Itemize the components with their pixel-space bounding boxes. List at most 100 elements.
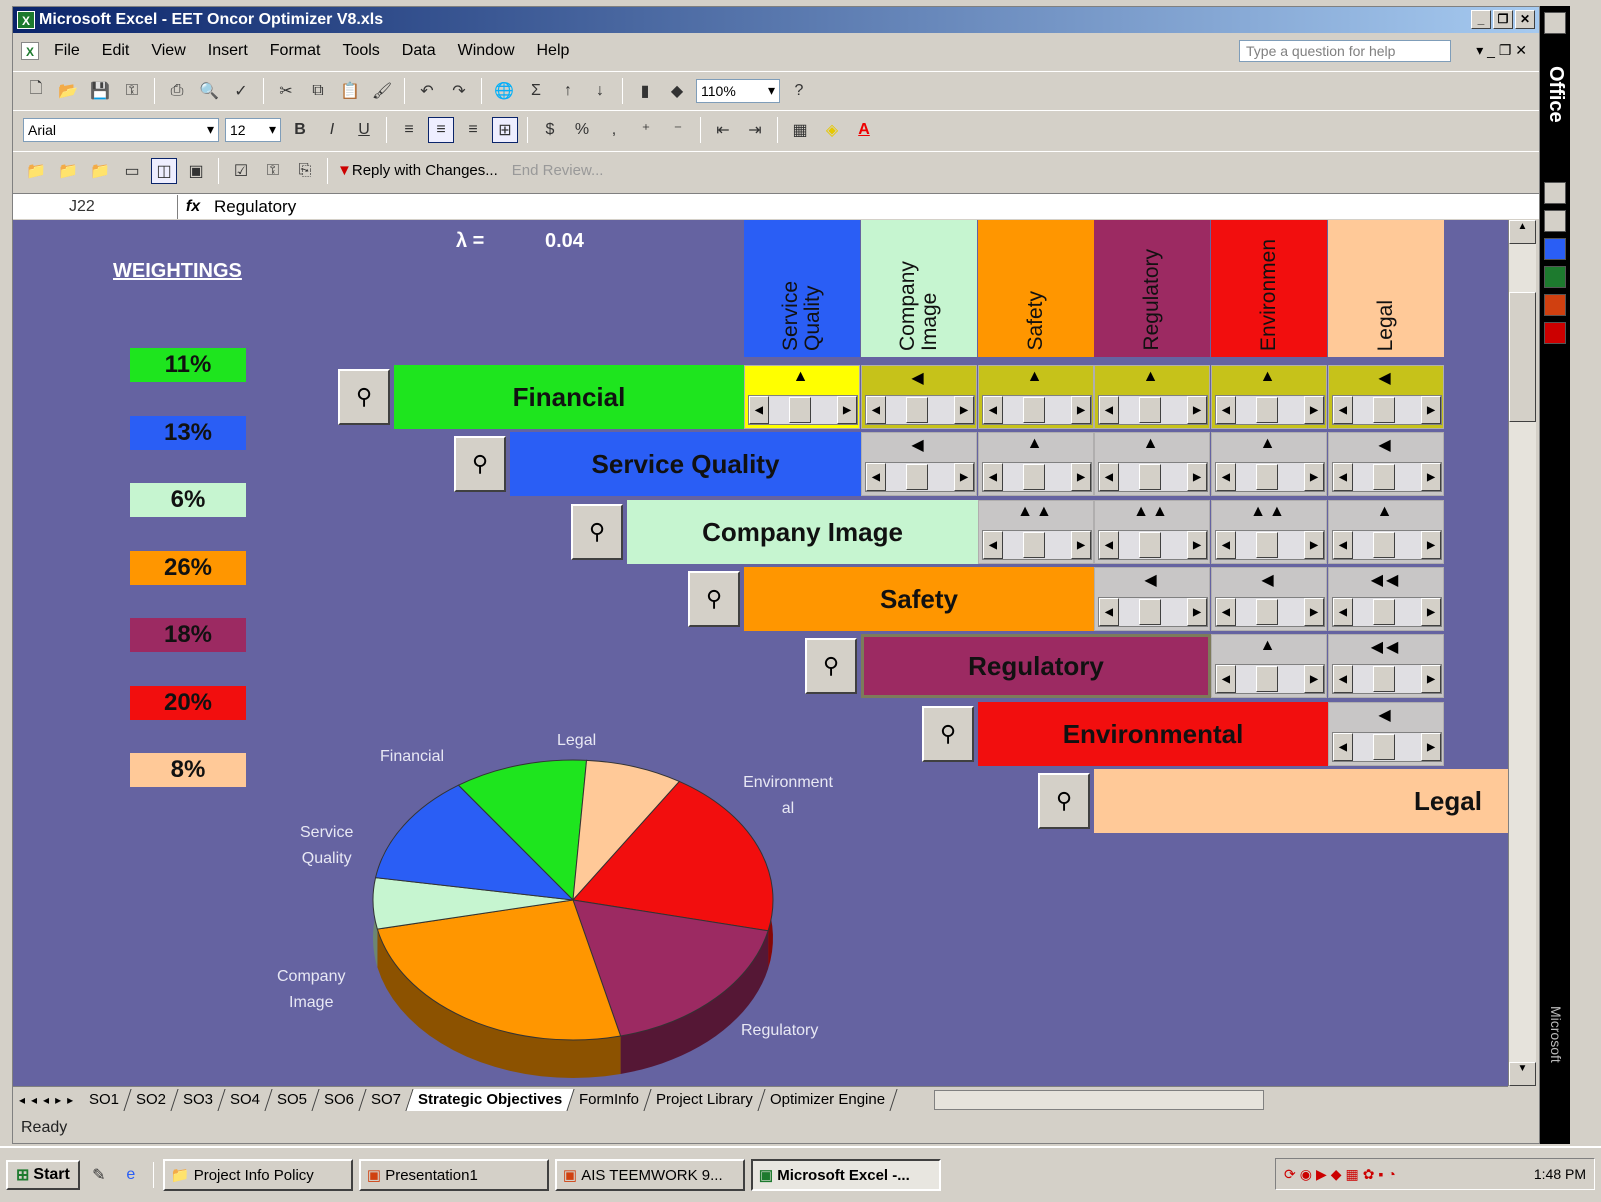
comma-icon[interactable]: , [601, 117, 627, 143]
slider-thumb[interactable] [1373, 599, 1395, 625]
vertical-scrollbar[interactable]: ▲ ▼ [1508, 220, 1536, 1086]
function-icon[interactable]: fx [178, 198, 208, 216]
folder-icon[interactable]: 📁 [23, 158, 49, 184]
slider-thumb[interactable] [1373, 666, 1395, 692]
slider-thumb[interactable] [1023, 397, 1045, 423]
scroll-left-icon[interactable]: ◀ [1333, 396, 1353, 424]
menu-file[interactable]: File [43, 42, 91, 60]
comparison-slider[interactable]: ◀◀ ◀ ▶ [1328, 634, 1444, 698]
scroll-down-arrow-icon[interactable]: ▼ [1509, 1062, 1536, 1086]
slider-thumb[interactable] [906, 397, 928, 423]
comparison-slider[interactable]: ▲▲ ◀ ▶ [1211, 500, 1327, 564]
horizontal-scrollbar[interactable] [934, 1089, 1265, 1110]
align-center-icon[interactable]: ≡ [428, 116, 454, 143]
percent-icon[interactable]: % [569, 117, 595, 143]
menu-edit[interactable]: Edit [91, 42, 141, 60]
print-icon[interactable]: ⎙ [164, 78, 190, 104]
scroll-right-icon[interactable]: ▶ [1304, 463, 1324, 491]
menu-help[interactable]: Help [526, 42, 581, 60]
slider-thumb[interactable] [1023, 464, 1045, 490]
folder-icon-2[interactable]: 📁 [55, 158, 81, 184]
spelling-icon[interactable]: ✓ [228, 78, 254, 104]
comparison-slider[interactable]: ▲ ◀ ▶ [1094, 365, 1210, 429]
scroll-right-icon[interactable]: ▶ [1421, 665, 1441, 693]
slider-thumb[interactable] [906, 464, 928, 490]
task-project-info-policy[interactable]: 📁 Project Info Policy [162, 1159, 353, 1191]
protect-icon[interactable]: ⚿ [260, 158, 286, 184]
slider-thumb[interactable] [1373, 734, 1395, 760]
close-button[interactable]: ✕ [1515, 10, 1535, 29]
comparison-slider[interactable]: ▲▲ ◀ ▶ [1094, 500, 1210, 564]
cut-icon[interactable]: ✂ [273, 78, 299, 104]
tab-navigation-icon[interactable]: ◂◂◂▸▸ [13, 1093, 81, 1107]
sheet-tab[interactable]: SO7 [359, 1088, 414, 1111]
hyperlink-icon[interactable]: 🌐 [491, 78, 517, 104]
new-icon[interactable]: 🗋 [23, 78, 49, 104]
scroll-right-icon[interactable]: ▶ [1071, 531, 1091, 559]
scroll-right-icon[interactable]: ▶ [1421, 733, 1441, 761]
slider-thumb[interactable] [1256, 666, 1278, 692]
comparison-slider[interactable]: ◀◀ ◀ ▶ [1328, 567, 1444, 631]
comparison-slider[interactable]: ▲ ◀ ▶ [1211, 634, 1327, 698]
powerpoint-icon[interactable] [1544, 294, 1566, 316]
magnifier-button[interactable]: ⚲ [338, 369, 390, 425]
scroll-right-icon[interactable]: ▶ [954, 396, 974, 424]
folder-icon-3[interactable]: 📁 [87, 158, 113, 184]
comparison-slider[interactable]: ◀ ◀ ▶ [1211, 567, 1327, 631]
access-icon[interactable] [1544, 322, 1566, 344]
slider-thumb[interactable] [1373, 464, 1395, 490]
slider-thumb[interactable] [1256, 599, 1278, 625]
magnifier-button[interactable]: ⚲ [922, 706, 974, 762]
magnifier-button[interactable]: ⚲ [1038, 773, 1090, 829]
scroll-left-icon[interactable]: ◀ [1216, 396, 1236, 424]
comparison-slider[interactable]: ▲ ◀ ▶ [1328, 500, 1444, 564]
scroll-left-icon[interactable]: ◀ [866, 463, 886, 491]
copy-icon[interactable]: ⧉ [305, 78, 331, 104]
decrease-decimal-icon[interactable]: ⁻ [665, 117, 691, 143]
formula-input[interactable]: Regulatory [208, 197, 296, 217]
save-icon[interactable]: 💾 [87, 78, 113, 104]
sheet-tab[interactable]: Strategic Objectives [406, 1088, 575, 1111]
excel-shortcut-icon[interactable] [1544, 266, 1566, 288]
start-button[interactable]: ⊞ Start [6, 1160, 80, 1190]
comparison-slider[interactable]: ▲ ◀ ▶ [978, 365, 1094, 429]
scroll-left-icon[interactable]: ◀ [983, 531, 1003, 559]
sheet-tab[interactable]: SO5 [265, 1088, 320, 1111]
sheet-tab[interactable]: Project Library [644, 1088, 766, 1111]
slider-thumb[interactable] [1256, 464, 1278, 490]
doc-window-controls[interactable]: ▾ _ ❐ ✕ [1476, 42, 1527, 59]
share-icon[interactable]: ⎘ [292, 158, 318, 184]
slider-thumb[interactable] [1373, 397, 1395, 423]
slider-thumb[interactable] [1139, 599, 1161, 625]
task-ais-teemwork[interactable]: ▣ AIS TEEMWORK 9... [554, 1159, 745, 1191]
slider-thumb[interactable] [1139, 464, 1161, 490]
increase-decimal-icon[interactable]: ⁺ [633, 117, 659, 143]
font-color-icon[interactable]: A [851, 117, 877, 143]
scroll-left-icon[interactable]: ◀ [1333, 598, 1353, 626]
format-painter-icon[interactable]: 🖌 [369, 78, 395, 104]
scroll-left-icon[interactable]: ◀ [1099, 463, 1119, 491]
scroll-left-icon[interactable]: ◀ [1216, 463, 1236, 491]
sort-descending-icon[interactable]: ↓ [587, 78, 613, 104]
scroll-right-icon[interactable]: ▶ [1421, 531, 1441, 559]
office-icon[interactable] [1544, 12, 1566, 34]
paste-icon[interactable]: 📋 [337, 78, 363, 104]
show-comments-icon[interactable]: ◫ [151, 157, 177, 184]
scroll-left-icon[interactable]: ◀ [1099, 531, 1119, 559]
scroll-left-icon[interactable]: ◀ [1333, 665, 1353, 693]
merge-center-icon[interactable]: ⊞ [492, 116, 518, 143]
scroll-right-icon[interactable]: ▶ [1304, 396, 1324, 424]
bold-icon[interactable]: B [287, 117, 313, 143]
scroll-right-icon[interactable]: ▶ [1187, 531, 1207, 559]
track-changes-icon[interactable]: ☑ [228, 158, 254, 184]
scroll-left-icon[interactable]: ◀ [983, 396, 1003, 424]
font-select[interactable]: Arial ▾ [23, 117, 219, 142]
delete-comment-icon[interactable]: ▣ [183, 158, 209, 184]
scroll-left-icon[interactable]: ◀ [1333, 531, 1353, 559]
scroll-left-icon[interactable]: ◀ [1333, 463, 1353, 491]
scroll-right-icon[interactable]: ▶ [1187, 463, 1207, 491]
comparison-slider[interactable]: ◀ ◀ ▶ [861, 365, 977, 429]
font-size-select[interactable]: 12 ▾ [225, 117, 281, 142]
scroll-left-icon[interactable]: ◀ [983, 463, 1003, 491]
end-review-button[interactable]: End Review... [512, 162, 604, 179]
